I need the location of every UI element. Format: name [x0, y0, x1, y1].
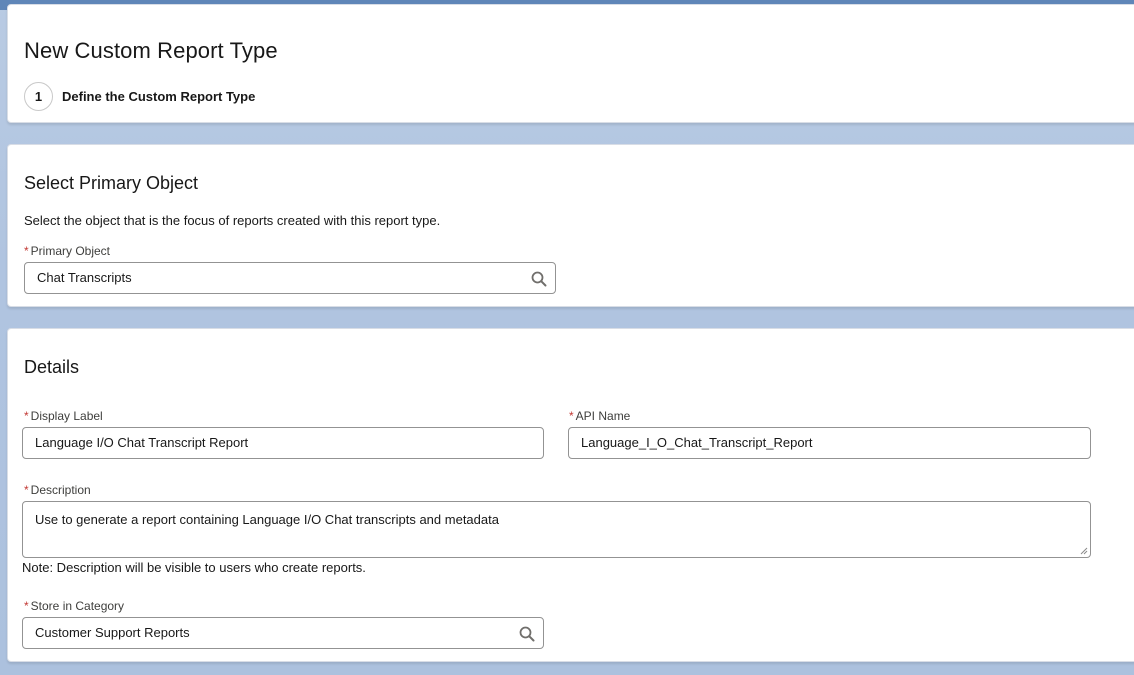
required-marker: *: [24, 409, 29, 423]
category-value: Customer Support Reports: [35, 625, 190, 640]
page-title: New Custom Report Type: [24, 38, 278, 63]
search-icon[interactable]: [531, 271, 547, 287]
section-title-details: Details: [24, 357, 80, 377]
details-card: Details * Display Label Language I/O Chat…: [7, 328, 1134, 662]
step-number-badge: 1: [24, 82, 53, 111]
category-input[interactable]: Customer Support Reports: [22, 617, 544, 649]
primary-object-help-text: Select the object that is the focus of r…: [24, 213, 441, 228]
section-title-primary-object: Select Primary Object: [24, 173, 199, 193]
primary-object-label: * Primary Object: [24, 244, 111, 258]
api-name-label: * API Name: [569, 409, 631, 423]
page-header-card: New Custom Report Type 1 Define the Cust…: [7, 4, 1134, 123]
primary-object-card: Select Primary Object Select the object …: [7, 144, 1134, 307]
required-marker: *: [24, 483, 29, 497]
search-icon[interactable]: [519, 626, 535, 642]
display-label-input[interactable]: Language I/O Chat Transcript Report: [22, 427, 544, 459]
description-label: * Description: [24, 483, 91, 497]
description-value: Use to generate a report containing Lang…: [35, 512, 499, 527]
display-label-label: * Display Label: [24, 409, 103, 423]
step-label: Define the Custom Report Type: [62, 89, 256, 104]
required-marker: *: [24, 244, 29, 258]
required-marker: *: [569, 409, 574, 423]
description-textarea[interactable]: Use to generate a report containing Lang…: [22, 501, 1091, 558]
api-name-input[interactable]: Language_I_O_Chat_Transcript_Report: [568, 427, 1091, 459]
category-label: * Store in Category: [24, 599, 125, 613]
resize-handle-icon[interactable]: [1080, 547, 1088, 555]
description-note: Note: Description will be visible to use…: [22, 560, 366, 575]
primary-object-value: Chat Transcripts: [37, 270, 132, 285]
required-marker: *: [24, 599, 29, 613]
primary-object-input[interactable]: Chat Transcripts: [24, 262, 556, 294]
